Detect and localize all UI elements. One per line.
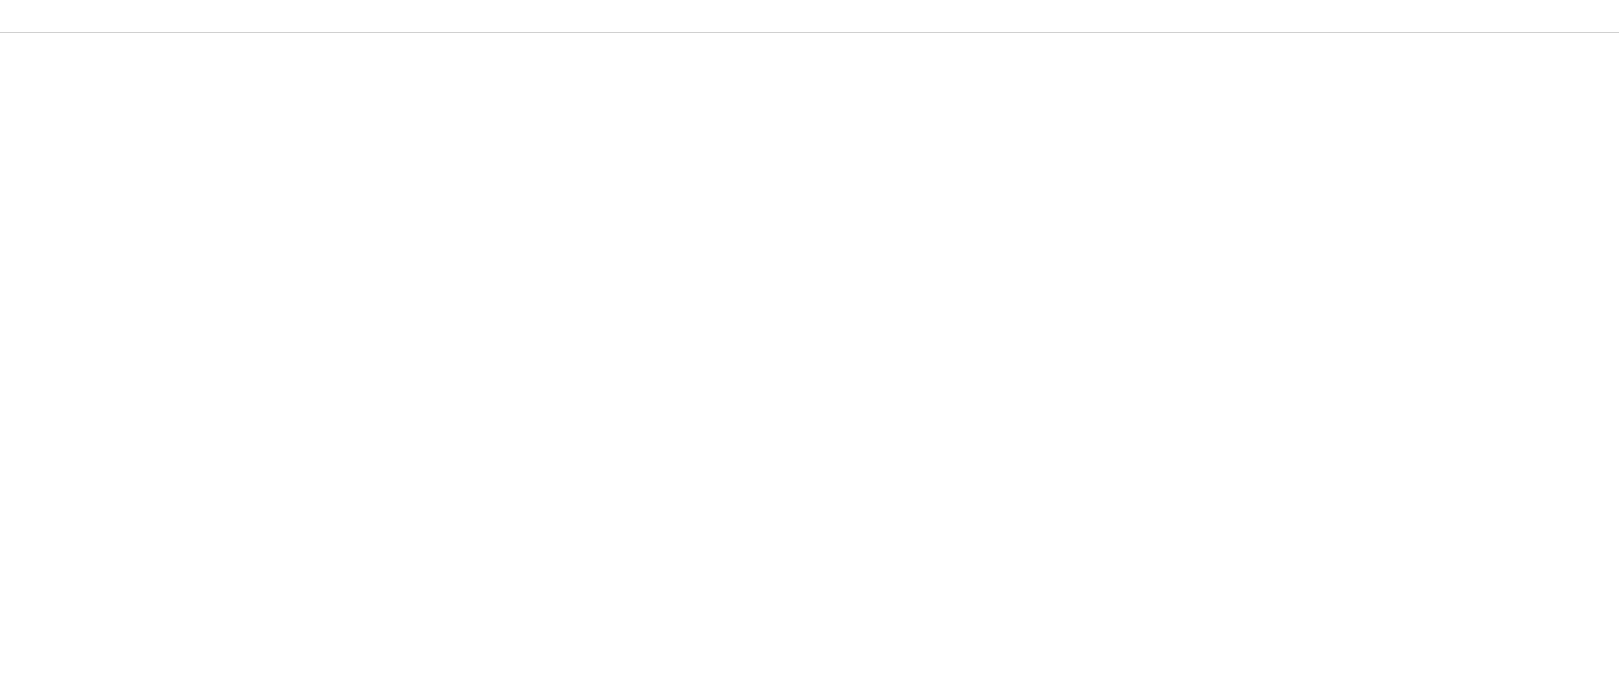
app-window bbox=[0, 0, 1619, 682]
main-content bbox=[0, 33, 1619, 682]
title-bar bbox=[0, 0, 1619, 33]
